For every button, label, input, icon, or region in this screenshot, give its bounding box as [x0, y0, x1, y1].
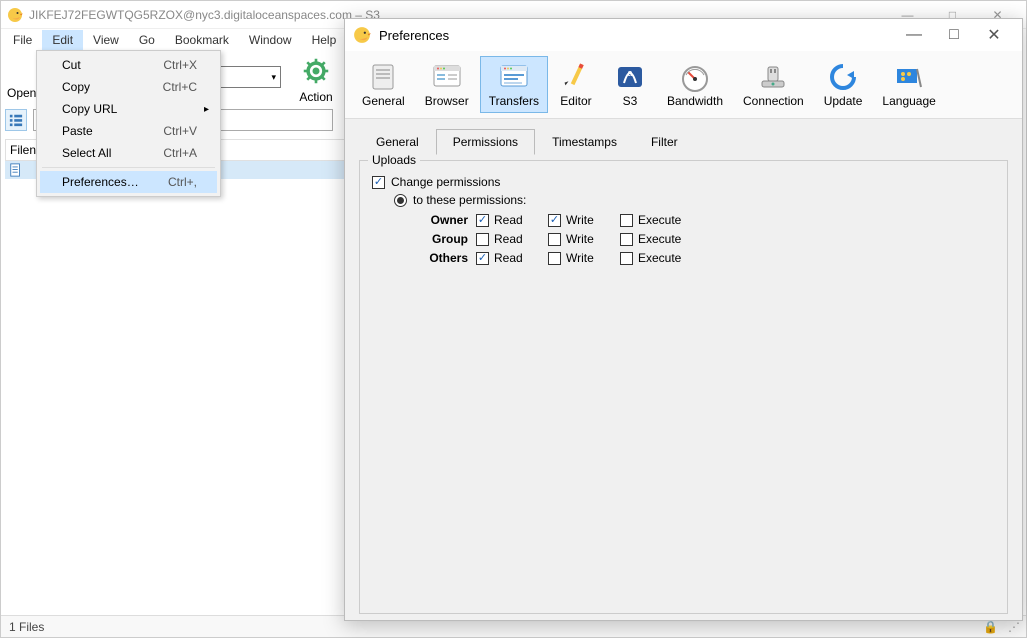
change-permissions-label: Change permissions: [391, 175, 500, 189]
menu-copy-url[interactable]: Copy URL: [40, 98, 217, 120]
category-language[interactable]: Language: [873, 56, 944, 113]
menu-view[interactable]: View: [83, 30, 129, 50]
group-read-checkbox[interactable]: [476, 233, 489, 246]
category-editor[interactable]: Editor: [550, 56, 602, 113]
menu-paste[interactable]: PasteCtrl+V: [40, 120, 217, 142]
browser-icon: [431, 61, 463, 93]
menu-edit[interactable]: Edit: [42, 30, 83, 50]
action-button[interactable]: Action: [291, 57, 341, 104]
update-icon: [827, 61, 859, 93]
permissions-grid: Owner Read Write Execute Group Read Writ…: [412, 213, 995, 265]
menu-file[interactable]: File: [3, 30, 42, 50]
app-icon: [7, 7, 23, 23]
list-icon: [9, 113, 23, 127]
category-connection[interactable]: Connection: [734, 56, 813, 113]
others-write-checkbox[interactable]: [548, 252, 561, 265]
owner-write-checkbox[interactable]: [548, 214, 561, 227]
perm-others-label: Others: [412, 251, 468, 265]
category-bandwidth[interactable]: Bandwidth: [658, 56, 732, 113]
s3-icon: a: [614, 61, 646, 93]
menu-preferences[interactable]: Preferences…Ctrl+,: [40, 171, 217, 193]
tab-permissions[interactable]: Permissions: [436, 129, 535, 155]
gear-icon: [302, 57, 330, 85]
perm-owner-label: Owner: [412, 213, 468, 227]
owner-read-checkbox[interactable]: [476, 214, 489, 227]
to-these-permissions-label: to these permissions:: [413, 193, 526, 207]
category-general[interactable]: General: [353, 56, 414, 113]
tab-general[interactable]: General: [359, 129, 436, 155]
pref-maximize-button[interactable]: □: [934, 26, 974, 44]
perm-group-label: Group: [412, 232, 468, 246]
owner-execute-checkbox[interactable]: [620, 214, 633, 227]
others-read-checkbox[interactable]: [476, 252, 489, 265]
transfers-icon: [498, 61, 530, 93]
tab-filter[interactable]: Filter: [634, 129, 695, 155]
group-write-checkbox[interactable]: [548, 233, 561, 246]
preferences-category-toolbar: General Browser Transfers Editor aS3 Ban…: [345, 51, 1022, 119]
pref-minimize-button[interactable]: —: [894, 26, 934, 44]
language-icon: [893, 61, 925, 93]
change-permissions-checkbox[interactable]: [372, 176, 385, 189]
uploads-group: Uploads Change permissions to these perm…: [359, 160, 1008, 614]
category-transfers[interactable]: Transfers: [480, 56, 548, 113]
preferences-titlebar: Preferences — □ ✕: [345, 19, 1022, 51]
category-s3[interactable]: aS3: [604, 56, 656, 113]
category-browser[interactable]: Browser: [416, 56, 478, 113]
editor-icon: [560, 61, 592, 93]
others-execute-checkbox[interactable]: [620, 252, 633, 265]
group-execute-checkbox[interactable]: [620, 233, 633, 246]
menu-select-all[interactable]: Select AllCtrl+A: [40, 142, 217, 164]
outline-view-button[interactable]: [5, 109, 27, 131]
pref-close-button[interactable]: ✕: [974, 25, 1014, 45]
resize-grip[interactable]: ⋰: [1008, 620, 1018, 634]
tab-timestamps[interactable]: Timestamps: [535, 129, 634, 155]
menu-cut[interactable]: CutCtrl+X: [40, 54, 217, 76]
connection-icon: [757, 61, 789, 93]
menu-copy[interactable]: CopyCtrl+C: [40, 76, 217, 98]
menu-window[interactable]: Window: [239, 30, 302, 50]
action-label: Action: [291, 90, 341, 104]
menu-separator: [42, 167, 215, 168]
category-update[interactable]: Update: [815, 56, 872, 113]
preferences-window: Preferences — □ ✕ General Browser Transf…: [344, 18, 1023, 621]
lock-icon: 🔒: [983, 620, 998, 634]
app-icon: [353, 26, 371, 44]
status-text: 1 Files: [9, 620, 44, 634]
preferences-title: Preferences: [379, 28, 894, 43]
uploads-group-label: Uploads: [368, 153, 420, 167]
file-icon: [9, 163, 23, 177]
menu-help[interactable]: Help: [302, 30, 347, 50]
menu-go[interactable]: Go: [129, 30, 165, 50]
transfers-tabstrip: General Permissions Timestamps Filter: [345, 119, 1022, 154]
menu-bookmark[interactable]: Bookmark: [165, 30, 239, 50]
to-these-permissions-radio[interactable]: [394, 194, 407, 207]
edit-menu-dropdown: CutCtrl+X CopyCtrl+C Copy URL PasteCtrl+…: [36, 50, 221, 197]
bandwidth-icon: [679, 61, 711, 93]
general-icon: [367, 61, 399, 93]
